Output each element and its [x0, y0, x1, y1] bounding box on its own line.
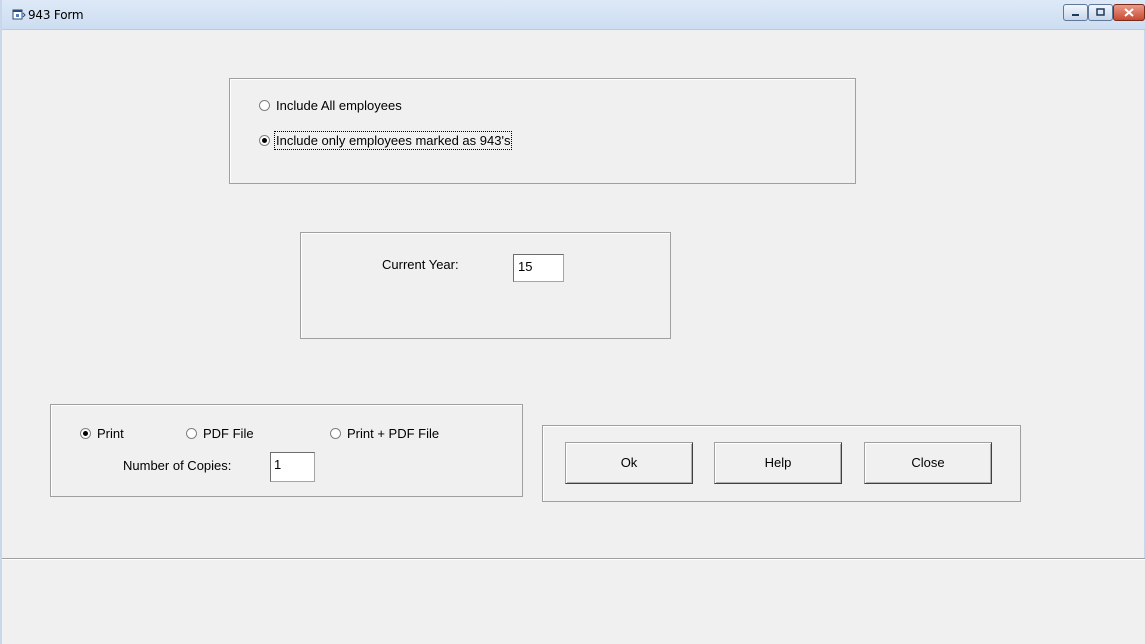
radio-circle[interactable] — [259, 100, 270, 111]
close-window-button[interactable] — [1113, 4, 1145, 21]
copies-label: Number of Copies: — [123, 458, 232, 473]
radio-include-943-only[interactable]: Include only employees marked as 943's — [259, 131, 513, 150]
minimize-icon — [1072, 14, 1079, 16]
current-year-input[interactable]: 15 — [513, 254, 564, 282]
ok-button[interactable]: Ok — [565, 442, 693, 484]
radio-label: PDF File — [203, 426, 254, 441]
form-window: 943 Form Include All employees Include o… — [0, 0, 1145, 644]
close-button[interactable]: Close — [864, 442, 992, 484]
radio-label: Include All employees — [276, 98, 402, 113]
app-window-icon[interactable] — [12, 8, 26, 22]
radio-circle[interactable] — [80, 428, 91, 439]
radio-include-all[interactable]: Include All employees — [259, 98, 402, 113]
current-year-label: Current Year: — [382, 257, 459, 272]
radio-label: Print + PDF File — [347, 426, 440, 441]
window-title: 943 Form — [28, 8, 84, 22]
radio-circle[interactable] — [186, 428, 197, 439]
status-area — [2, 560, 1145, 644]
radio-print-plus-pdf[interactable]: Print + PDF File — [330, 426, 439, 441]
minimize-button[interactable] — [1063, 4, 1088, 21]
close-icon — [1124, 8, 1134, 17]
radio-pdf-file[interactable]: PDF File — [186, 426, 254, 441]
help-button[interactable]: Help — [714, 442, 842, 484]
radio-print[interactable]: Print — [80, 426, 124, 441]
radio-label: Include only employees marked as 943's — [273, 131, 513, 150]
maximize-button[interactable] — [1088, 4, 1113, 21]
output-options-group — [50, 404, 523, 497]
radio-label: Print — [97, 426, 124, 441]
title-bar[interactable]: 943 Form — [2, 0, 1145, 30]
maximize-icon — [1096, 8, 1105, 16]
radio-circle[interactable] — [259, 135, 270, 146]
radio-circle[interactable] — [330, 428, 341, 439]
employee-filter-group — [229, 78, 856, 184]
current-year-group — [300, 232, 671, 339]
copies-input[interactable]: 1 — [270, 452, 315, 482]
